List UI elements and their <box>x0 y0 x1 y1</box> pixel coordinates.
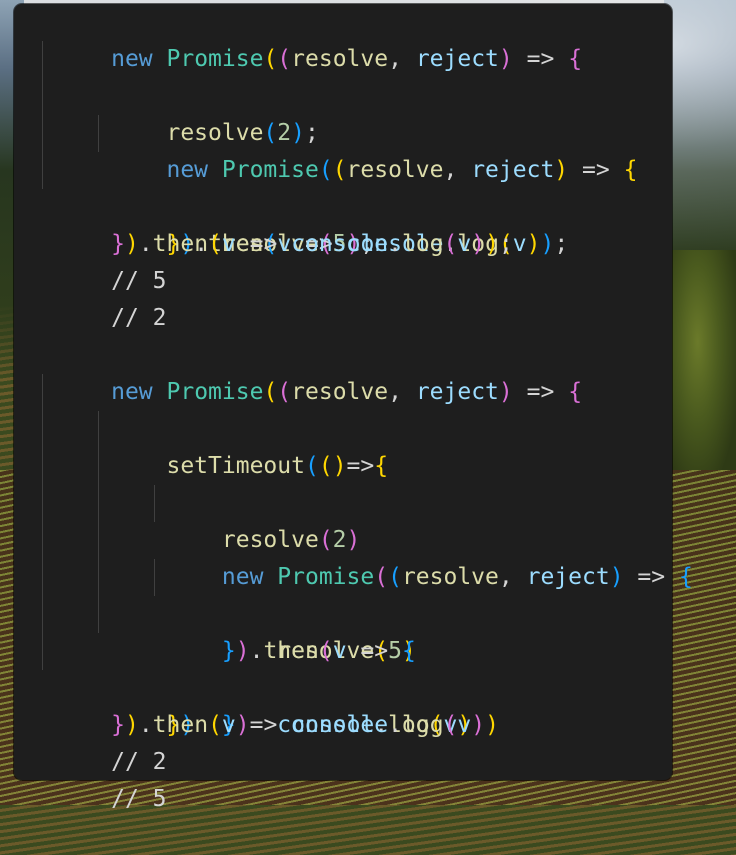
code-line-2: resolve(2); <box>28 41 686 146</box>
indent-guide <box>98 115 99 152</box>
indent-guide <box>42 115 43 152</box>
code-block: new Promise((resolve, reject) => { resol… <box>28 4 693 812</box>
indent-guide <box>42 448 43 485</box>
indent-guide <box>42 411 43 448</box>
code-line-6: }).then(v => console.log(v)); <box>28 189 686 257</box>
indent-guide <box>42 78 43 115</box>
code-line-14: resolve(5) <box>28 485 686 664</box>
code-line-20: // 2 <box>111 749 167 775</box>
indent-guide <box>42 485 43 522</box>
indent-guide <box>42 633 43 670</box>
code-line-19: }).then(v => console.log(v)) <box>28 670 686 738</box>
indent-guide <box>98 411 99 448</box>
code-line-15: }).then(v => { <box>28 522 686 664</box>
indent-guide <box>42 374 43 411</box>
code-line-21: // 5 <box>111 786 167 812</box>
indent-guide <box>98 485 99 522</box>
code-editor[interactable]: new Promise((resolve, reject) => { resol… <box>14 4 693 812</box>
indent-guide <box>154 559 155 596</box>
indent-guide <box>98 522 99 559</box>
code-line-16: console.log(v) <box>28 559 686 738</box>
code-line-17: }) <box>28 596 686 738</box>
indent-guide <box>42 41 43 78</box>
code-line-12: resolve(2) <box>28 411 686 553</box>
code-line-1: new Promise((resolve, reject) => { <box>28 4 686 72</box>
code-line-7: // 5 <box>111 268 167 294</box>
indent-guide <box>42 522 43 559</box>
code-line-8: // 2 <box>111 305 167 331</box>
indent-guide <box>98 448 99 485</box>
indent-guide <box>98 596 99 633</box>
code-line-18: }) <box>28 633 686 738</box>
code-line-10: new Promise((resolve, reject) => { <box>28 337 686 405</box>
indent-guide <box>42 152 43 189</box>
code-line-3: new Promise((resolve, reject) => { <box>28 78 686 183</box>
indent-guide <box>154 485 155 522</box>
code-line-5: }).then(v => console.log(v)); <box>28 152 686 257</box>
code-line-13: new Promise((resolve, reject) => { <box>28 448 693 590</box>
code-line-4: resolve(5); <box>28 115 686 257</box>
indent-guide <box>98 559 99 596</box>
indent-guide <box>42 559 43 596</box>
indent-guide <box>42 596 43 633</box>
code-line-11: setTimeout(()=>{ <box>28 374 686 479</box>
